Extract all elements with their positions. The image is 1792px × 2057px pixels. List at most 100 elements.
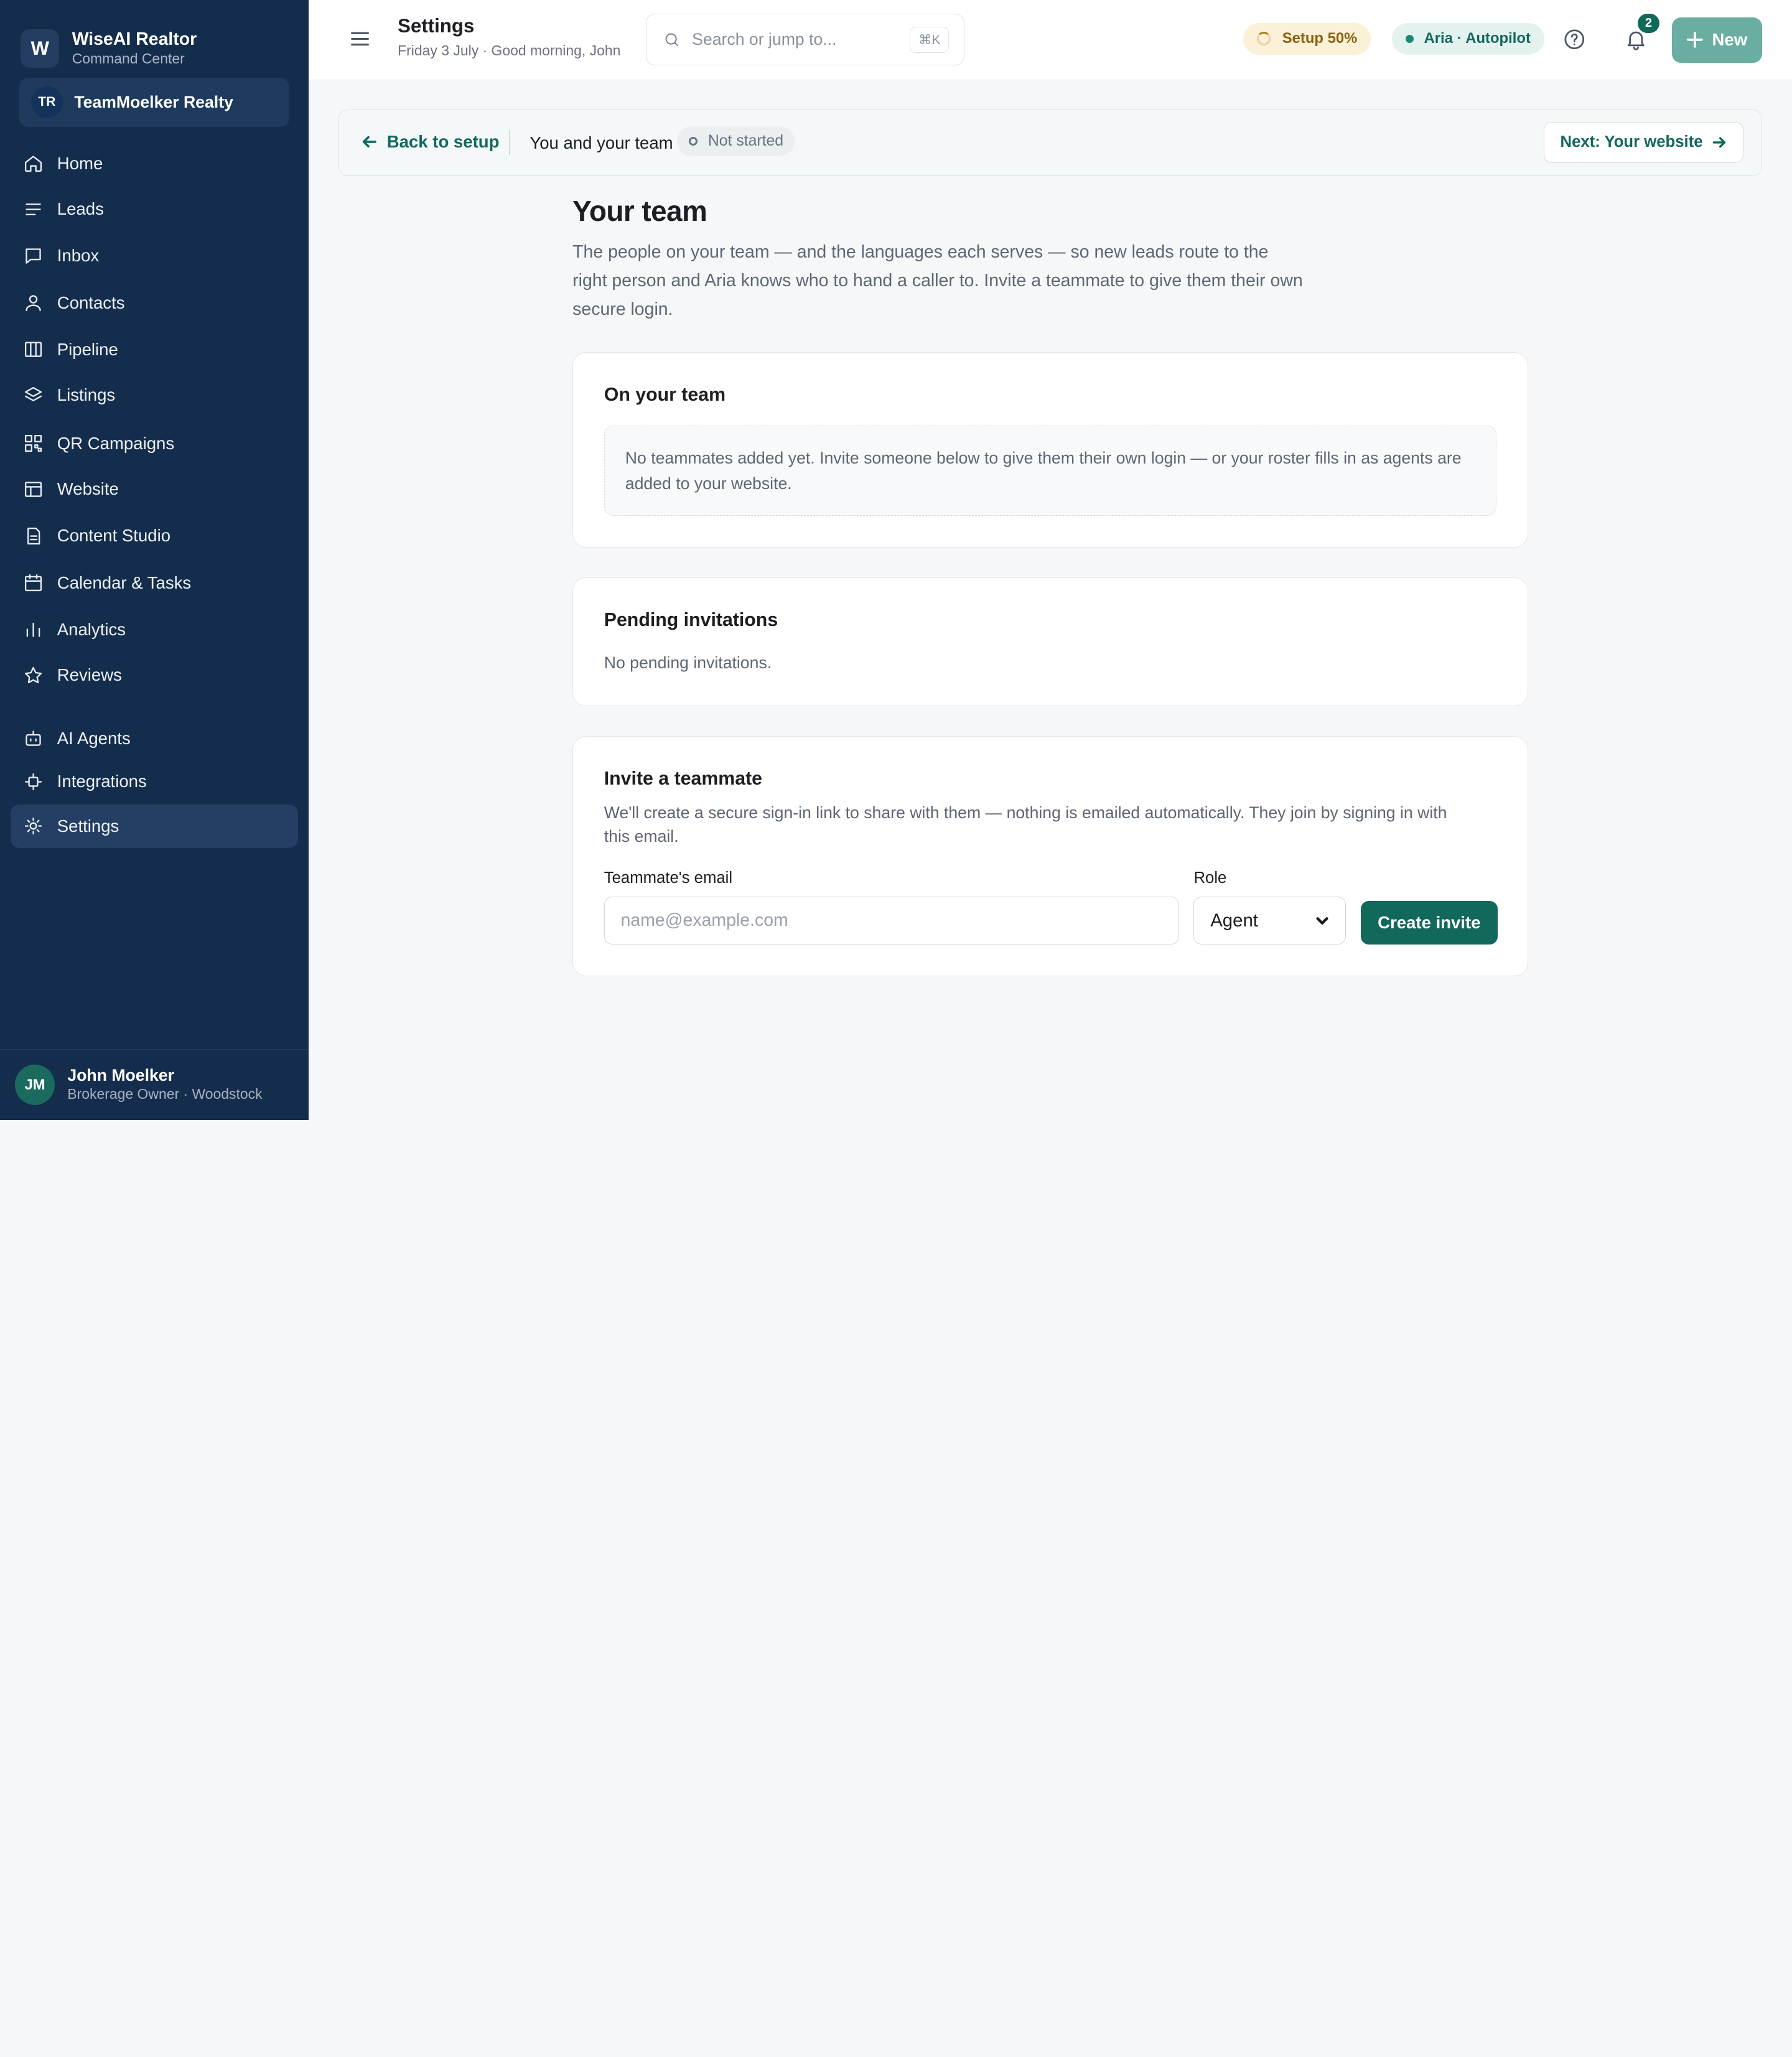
sidebar-item-label: Integrations (57, 772, 147, 791)
section-title: Your team (572, 195, 707, 228)
sidebar-item-label: Reviews (57, 665, 122, 685)
star-icon (24, 666, 42, 684)
bar-chart-icon (26, 623, 40, 638)
team-settings-content: Your team The people on your team — and … (572, 194, 1528, 976)
empty-team-message: No teammates added yet. Invite someone b… (604, 426, 1497, 516)
sidebar-item-contacts[interactable]: Contacts (11, 281, 299, 325)
sidebar-item-home[interactable]: Home (11, 142, 299, 185)
notification-count-badge: 2 (1637, 14, 1659, 34)
progress-ring-icon (1257, 32, 1271, 46)
sidebar-item-reviews[interactable]: Reviews (11, 654, 299, 697)
org-avatar: TR (30, 86, 63, 119)
search-icon (665, 33, 679, 46)
search-box[interactable]: ⌘K (645, 14, 965, 65)
invite-teammate-card: Invite a teammate We'll create a secure … (572, 735, 1528, 976)
circle-icon (688, 136, 698, 146)
on-your-team-card: On your team No teammates added yet. Inv… (572, 352, 1528, 548)
step-name: You and your team (530, 133, 673, 153)
sidebar-item-label: Pipeline (57, 340, 118, 360)
create-invite-button[interactable]: Create invite (1360, 901, 1498, 945)
sidebar-item-label: Inbox (57, 246, 100, 266)
search-input[interactable] (692, 29, 898, 49)
brand-logo: W (21, 29, 60, 68)
brand-subtitle: Command Center (72, 50, 185, 67)
sidebar-item-qr-campaigns[interactable]: QR Campaigns (11, 422, 299, 465)
role-select[interactable]: Agent (1193, 896, 1346, 945)
sidebar-item-leads[interactable]: Leads (11, 187, 299, 231)
sidebar-item-ai-agents[interactable]: AI Agents (11, 717, 299, 760)
avatar: JM (14, 1065, 55, 1105)
sidebar-item-label: Listings (57, 385, 116, 405)
sidebar-item-label: Home (57, 153, 103, 173)
card-title: On your team (604, 385, 726, 406)
new-button[interactable]: New (1672, 17, 1763, 63)
next-step-button[interactable]: Next: Your website (1543, 121, 1743, 163)
sidebar-item-analytics[interactable]: Analytics (11, 608, 299, 651)
main-area: Settings Friday 3 July · Good morning, J… (308, 0, 1792, 1120)
back-to-setup-link[interactable]: Back to setup (362, 132, 499, 152)
calendar-icon (24, 574, 42, 592)
qr-icon (24, 435, 42, 452)
home-icon (24, 156, 42, 172)
status-badge: Not started (677, 126, 795, 156)
status-dot-icon (1406, 35, 1414, 43)
brand-name: WiseAI Realtor (72, 29, 197, 49)
arrow-left-icon (363, 136, 377, 148)
role-select-value: Agent (1210, 910, 1258, 931)
sidebar-item-label: Settings (57, 816, 119, 836)
sidebar-item-website[interactable]: Website (11, 467, 299, 511)
org-switcher[interactable]: TR TeamMoelker Realty (19, 77, 289, 127)
columns-icon (24, 342, 42, 358)
org-name: TeamMoelker Realty (74, 92, 233, 111)
sidebar-item-calendar-tasks[interactable]: Calendar & Tasks (11, 561, 299, 605)
aria-status-pill[interactable]: Aria · Autopilot (1392, 22, 1544, 55)
app-shell: W WiseAI Realtor Command Center TR TeamM… (0, 0, 1792, 1120)
chevron-down-icon (1316, 917, 1328, 925)
help-icon[interactable] (1562, 27, 1587, 52)
message-icon (26, 248, 41, 264)
user-profile[interactable]: JM John Moelker Brokerage Owner · Woodst… (0, 1049, 309, 1120)
sidebar-item-label: Content Studio (57, 526, 171, 546)
role-field-label: Role (1193, 869, 1227, 887)
sidebar-item-settings[interactable]: Settings (10, 805, 299, 848)
list-icon (26, 203, 41, 215)
user-name: John Moelker (67, 1066, 174, 1085)
layers-icon (24, 386, 42, 401)
next-step-label: Next: Your website (1560, 133, 1703, 151)
sidebar-item-label: Calendar & Tasks (57, 572, 192, 592)
file-icon (27, 527, 40, 544)
back-to-setup-label: Back to setup (386, 132, 500, 152)
topbar: Settings Friday 3 July · Good morning, J… (308, 0, 1792, 80)
setup-step-bar: Back to setup You and your team Not star… (338, 110, 1763, 176)
setup-progress-pill[interactable]: Setup 50% (1243, 22, 1371, 55)
email-field[interactable] (604, 896, 1179, 945)
empty-invitations-message: No pending invitations. (604, 653, 772, 672)
sidebar-item-label: AI Agents (57, 728, 131, 748)
menu-icon[interactable] (350, 29, 370, 49)
sidebar: W WiseAI Realtor Command Center TR TeamM… (0, 0, 309, 1120)
plus-icon (1687, 32, 1703, 49)
status-label: Not started (707, 132, 784, 149)
sidebar-item-inbox[interactable]: Inbox (11, 235, 299, 278)
card-title: Invite a teammate (604, 768, 763, 790)
sidebar-item-label: Contacts (57, 292, 125, 312)
card-title: Pending invitations (604, 609, 778, 630)
section-intro: The people on your team — and the langua… (572, 241, 1303, 319)
layout-icon (24, 481, 42, 497)
robot-icon (26, 730, 41, 746)
email-field-label: Teammate's email (604, 869, 733, 887)
pending-invitations-card: Pending invitations No pending invitatio… (572, 577, 1528, 707)
sidebar-item-listings[interactable]: Listings (11, 374, 299, 417)
sun-icon (24, 818, 42, 835)
page-subtitle: Friday 3 July · Good morning, John (398, 42, 621, 58)
new-button-label: New (1712, 30, 1748, 50)
plug-icon (24, 773, 42, 790)
aria-status-label: Aria · Autopilot (1424, 30, 1531, 47)
search-shortcut: ⌘K (910, 27, 950, 54)
sidebar-item-content-studio[interactable]: Content Studio (11, 515, 299, 558)
user-icon (26, 295, 41, 312)
brand[interactable]: W WiseAI Realtor Command Center (0, 0, 309, 78)
sidebar-item-integrations[interactable]: Integrations (11, 760, 299, 803)
sidebar-item-label: QR Campaigns (57, 433, 175, 453)
sidebar-item-pipeline[interactable]: Pipeline (11, 328, 299, 371)
